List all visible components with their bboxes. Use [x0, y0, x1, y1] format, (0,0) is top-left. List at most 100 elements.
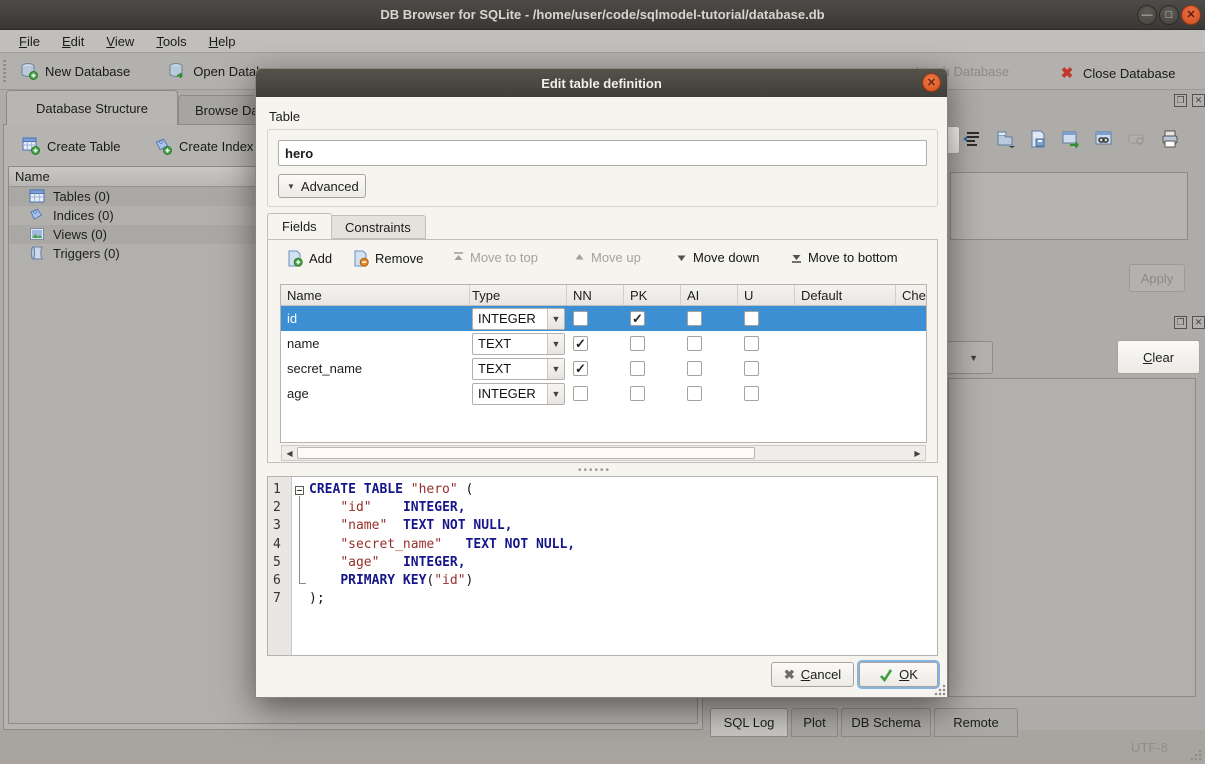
field-name-cell[interactable]: secret_name — [281, 356, 470, 381]
close-database-button[interactable]: ✖ Close Database — [1050, 60, 1184, 86]
column-header-name[interactable]: Name — [281, 285, 470, 305]
sql-log-area[interactable] — [948, 378, 1196, 697]
toolbar-grip[interactable] — [3, 60, 6, 82]
check-cell[interactable] — [896, 306, 927, 331]
ai-checkbox[interactable] — [687, 336, 702, 351]
field-row-id[interactable]: idINTEGER▼ ✓ — [281, 306, 926, 331]
add-field-button[interactable]: Add — [286, 250, 332, 267]
menu-tools[interactable]: Tools — [147, 32, 195, 51]
column-header-type[interactable]: Type — [470, 285, 567, 305]
u-checkbox[interactable] — [744, 386, 759, 401]
field-name-cell[interactable]: name — [281, 331, 470, 356]
dock-float-icon[interactable]: ❐ — [1174, 94, 1187, 107]
tab-database-structure[interactable]: Database Structure — [6, 90, 178, 125]
create-index-button[interactable]: Create Index — [146, 133, 261, 159]
default-cell[interactable] — [795, 381, 896, 406]
ok-button[interactable]: OK — [859, 662, 938, 687]
apply-cell-icon[interactable] — [1061, 129, 1081, 149]
pk-checkbox[interactable] — [630, 336, 645, 351]
tab-constraints[interactable]: Constraints — [330, 215, 426, 239]
dock-float-icon[interactable]: ❐ — [1174, 316, 1187, 329]
encoding-indicator[interactable]: UTF-8 — [1131, 740, 1168, 755]
close-icon[interactable]: ✕ — [1181, 5, 1201, 25]
nn-checkbox[interactable]: ✓ — [573, 336, 588, 351]
splitter-handle[interactable]: •••••• — [578, 465, 611, 476]
nn-checkbox[interactable] — [573, 311, 588, 326]
menu-view[interactable]: View — [97, 32, 143, 51]
tab-remote-label: Remote — [953, 715, 999, 730]
horizontal-scrollbar[interactable]: ◀ ▶ — [281, 445, 926, 461]
pk-checkbox[interactable]: ✓ — [630, 311, 645, 326]
move-down-button[interactable]: Move down — [676, 250, 759, 265]
pk-checkbox[interactable] — [630, 361, 645, 376]
text-mode-icon[interactable] — [962, 129, 982, 149]
resize-grip[interactable] — [1190, 749, 1202, 761]
check-cell[interactable] — [896, 356, 927, 381]
export-cell-icon[interactable] — [1028, 129, 1048, 149]
print-cell-icon[interactable] — [1160, 129, 1180, 149]
dialog-resize-grip[interactable] — [934, 684, 946, 696]
column-header-nn[interactable]: NN — [567, 285, 624, 305]
table-name-input[interactable]: hero — [278, 140, 927, 166]
nn-checkbox[interactable] — [573, 386, 588, 401]
tab-sql-log[interactable]: SQL Log — [710, 708, 788, 737]
column-header-check[interactable]: Check — [896, 285, 927, 305]
ai-checkbox[interactable] — [687, 361, 702, 376]
check-cell[interactable] — [896, 331, 927, 356]
default-cell[interactable] — [795, 331, 896, 356]
scroll-left-icon[interactable]: ◀ — [282, 446, 297, 460]
fold-marker-icon[interactable] — [295, 486, 304, 495]
tab-db-schema[interactable]: DB Schema — [841, 708, 931, 737]
dialog-close-icon[interactable]: ✕ — [922, 73, 941, 92]
fold-column[interactable] — [292, 477, 309, 655]
cancel-button[interactable]: ✖ Cancel — [771, 662, 854, 687]
maximize-icon[interactable]: □ — [1159, 5, 1179, 25]
clear-button[interactable]: Clear — [1117, 340, 1200, 374]
column-header-default[interactable]: Default — [795, 285, 896, 305]
link-cell-icon[interactable] — [1094, 129, 1114, 149]
advanced-button[interactable]: ▼ Advanced — [278, 174, 366, 198]
tab-plot[interactable]: Plot — [791, 708, 838, 737]
u-checkbox[interactable] — [744, 336, 759, 351]
field-row-age[interactable]: ageINTEGER▼ — [281, 381, 926, 406]
nn-checkbox[interactable]: ✓ — [573, 361, 588, 376]
dock-close-icon[interactable]: ✕ — [1192, 316, 1205, 329]
scrollbar-thumb[interactable] — [297, 447, 755, 459]
default-cell[interactable] — [795, 306, 896, 331]
field-row-secret_name[interactable]: secret_nameTEXT▼ ✓ — [281, 356, 926, 381]
u-checkbox[interactable] — [744, 361, 759, 376]
cell-editor-area[interactable] — [950, 172, 1188, 240]
sql-preview[interactable]: 1234567 CREATE TABLE "hero" ( "id" INTEG… — [267, 476, 938, 656]
grid-header[interactable]: NameTypeNNPKAIUDefaultCheck — [281, 285, 926, 306]
type-combo[interactable]: INTEGER▼ — [472, 383, 565, 405]
column-header-ai[interactable]: AI — [681, 285, 738, 305]
remove-field-button[interactable]: Remove — [352, 250, 423, 267]
dock-close-icon[interactable]: ✕ — [1192, 94, 1205, 107]
type-combo[interactable]: TEXT▼ — [472, 333, 565, 355]
column-header-u[interactable]: U — [738, 285, 795, 305]
check-cell[interactable] — [896, 381, 927, 406]
import-cell-icon[interactable] — [995, 129, 1015, 149]
pk-checkbox[interactable] — [630, 386, 645, 401]
scroll-right-icon[interactable]: ▶ — [910, 446, 925, 460]
tab-remote[interactable]: Remote — [934, 708, 1018, 737]
type-combo[interactable]: TEXT▼ — [472, 358, 565, 380]
field-name-cell[interactable]: age — [281, 381, 470, 406]
tab-fields[interactable]: Fields — [267, 213, 332, 239]
default-cell[interactable] — [795, 356, 896, 381]
dialog-titlebar[interactable]: Edit table definition ✕ — [256, 69, 947, 97]
menu-help[interactable]: Help — [200, 32, 245, 51]
field-name-cell[interactable]: id — [281, 306, 470, 331]
ai-checkbox[interactable] — [687, 386, 702, 401]
field-row-name[interactable]: nameTEXT▼ ✓ — [281, 331, 926, 356]
minimize-icon[interactable]: — — [1137, 5, 1157, 25]
u-checkbox[interactable] — [744, 311, 759, 326]
type-combo[interactable]: INTEGER▼ — [472, 308, 565, 330]
menu-file[interactable]: File — [10, 32, 49, 51]
create-table-button[interactable]: Create Table — [14, 133, 128, 159]
ai-checkbox[interactable] — [687, 311, 702, 326]
new-database-button[interactable]: New Database — [12, 58, 138, 84]
column-header-pk[interactable]: PK — [624, 285, 681, 305]
menu-edit[interactable]: Edit — [53, 32, 93, 51]
move-to-bottom-button[interactable]: Move to bottom — [791, 250, 898, 265]
